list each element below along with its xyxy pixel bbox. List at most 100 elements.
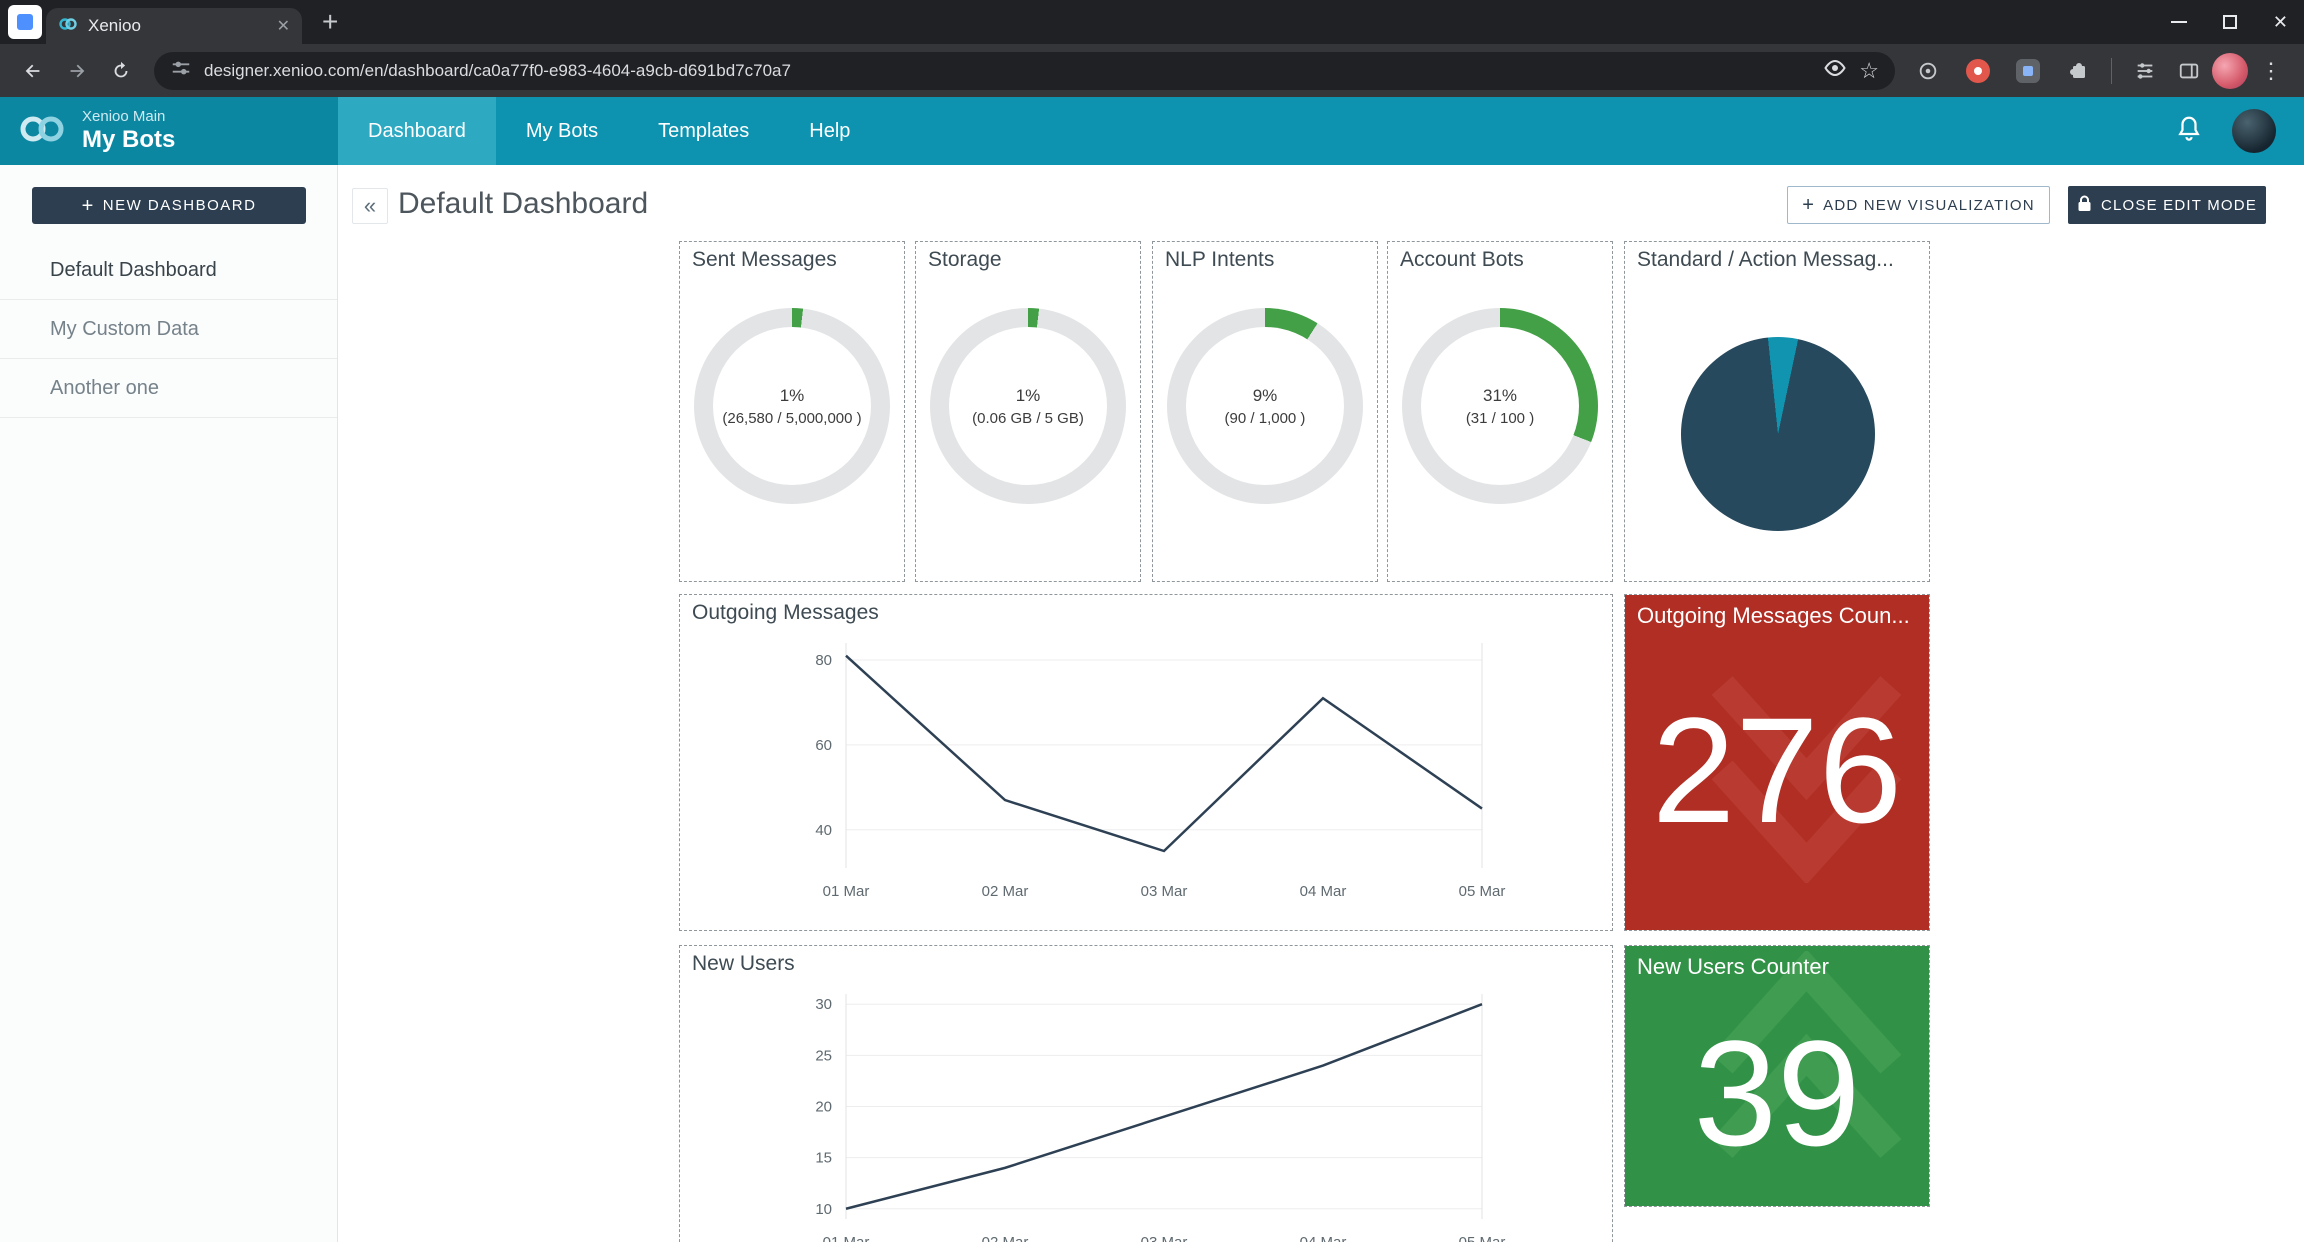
widget-new-users-counter[interactable]: New Users Counter 39 [1624, 945, 1930, 1207]
address-bar[interactable]: designer.xenioo.com/en/dashboard/ca0a77f… [154, 52, 1895, 90]
nlp-intents-donut-chart: 9% (90 / 1,000 ) [1167, 308, 1363, 504]
counter-title: Outgoing Messages Coun... [1625, 595, 1929, 637]
plus-icon: + [1802, 195, 1815, 215]
storage-donut-chart: 1% (0.06 GB / 5 GB) [930, 308, 1126, 504]
donut-detail-label: (31 / 100 ) [1466, 410, 1534, 427]
app-header: Xenioo Main My Bots Dashboard My Bots Te… [0, 97, 2304, 165]
extensions-puzzle-icon[interactable] [2057, 50, 2099, 92]
browser-menu-icon[interactable]: ⋮ [2250, 58, 2292, 84]
new-tab-button[interactable]: + [322, 6, 338, 38]
preview-eye-icon[interactable] [1823, 56, 1847, 85]
widget-storage[interactable]: Storage 1% (0.06 GB / 5 GB) [915, 241, 1141, 582]
widget-outgoing-messages-counter[interactable]: Outgoing Messages Coun... 276 [1624, 594, 1930, 931]
tab-title: Xenioo [88, 16, 267, 36]
brand-account-name: Xenioo Main [82, 108, 175, 125]
site-info-icon[interactable] [170, 57, 192, 84]
nav-item-templates[interactable]: Templates [628, 97, 779, 165]
account-bots-donut-chart: 31% (31 / 100 ) [1402, 308, 1598, 504]
svg-text:02 Mar: 02 Mar [982, 883, 1029, 900]
nav-item-help[interactable]: Help [779, 97, 880, 165]
new-dashboard-button[interactable]: + NEW DASHBOARD [32, 187, 306, 224]
donut-detail-label: (0.06 GB / 5 GB) [972, 410, 1084, 427]
screen-capture-extension-icon[interactable] [2007, 50, 2049, 92]
toolbar-divider [2111, 58, 2112, 84]
window-menu-tile[interactable] [8, 5, 42, 39]
browser-tab-strip: Xenioo ✕ + ✕ [0, 0, 2304, 44]
window-close-icon[interactable]: ✕ [2273, 12, 2288, 33]
app-brand[interactable]: Xenioo Main My Bots [0, 97, 338, 165]
collapse-sidebar-button[interactable]: « [352, 188, 388, 224]
counter-title: New Users Counter [1625, 946, 1929, 988]
widget-title: New Users [692, 952, 795, 976]
widget-title: Outgoing Messages [692, 601, 879, 625]
plus-icon: + [82, 196, 95, 216]
sent-messages-donut-chart: 1% (26,580 / 5,000,000 ) [694, 308, 890, 504]
browser-profile-avatar[interactable] [2212, 53, 2248, 89]
svg-text:10: 10 [815, 1201, 832, 1218]
svg-text:05 Mar: 05 Mar [1459, 883, 1506, 900]
browser-tab[interactable]: Xenioo ✕ [46, 8, 302, 44]
donut-percent-label: 1% [1016, 386, 1041, 406]
widget-title: Sent Messages [692, 248, 837, 272]
svg-text:01 Mar: 01 Mar [823, 883, 870, 900]
app-header-right [2174, 97, 2304, 165]
svg-text:40: 40 [815, 822, 832, 839]
widget-new-users[interactable]: New Users 101520253001 Mar02 Mar03 Mar04… [679, 945, 1613, 1242]
outgoing-messages-line-chart: 40608001 Mar02 Mar03 Mar04 Mar05 Mar [680, 595, 1612, 930]
sidebar-item-another-one[interactable]: Another one [0, 359, 337, 418]
site-favicon [58, 14, 78, 39]
reload-icon[interactable] [100, 50, 142, 92]
tune-icon[interactable] [2124, 50, 2166, 92]
close-edit-mode-button[interactable]: CLOSE EDIT MODE [2068, 186, 2266, 224]
extensions-cluster [1907, 50, 2099, 92]
brand-title: My Bots [82, 126, 175, 154]
adblock-extension-icon[interactable] [1957, 50, 1999, 92]
widget-sent-messages[interactable]: Sent Messages 1% (26,580 / 5,000,000 ) [679, 241, 905, 582]
svg-text:60: 60 [815, 737, 832, 754]
browser-window: Xenioo ✕ + ✕ designer.xenioo.com/en/dash… [0, 0, 2304, 1242]
cast-extension-icon[interactable] [1907, 50, 1949, 92]
user-avatar[interactable] [2232, 109, 2276, 153]
svg-text:20: 20 [815, 1099, 832, 1116]
widget-title: Standard / Action Messag... [1637, 248, 1894, 272]
donut-percent-label: 9% [1253, 386, 1278, 406]
dashboard-list: Default Dashboard My Custom Data Another… [0, 241, 337, 418]
side-panel-icon[interactable] [2168, 50, 2210, 92]
notifications-bell-icon[interactable] [2174, 114, 2204, 149]
nav-item-dashboard[interactable]: Dashboard [338, 97, 496, 165]
svg-text:04 Mar: 04 Mar [1300, 1234, 1347, 1242]
maximize-icon[interactable] [2223, 15, 2237, 29]
widget-outgoing-messages[interactable]: Outgoing Messages 40608001 Mar02 Mar03 M… [679, 594, 1613, 931]
xenioo-logo-icon [18, 112, 68, 151]
donut-percent-label: 1% [780, 386, 805, 406]
donut-percent-label: 31% [1483, 386, 1517, 406]
svg-text:03 Mar: 03 Mar [1141, 883, 1188, 900]
widget-title: NLP Intents [1165, 248, 1274, 272]
widget-nlp-intents[interactable]: NLP Intents 9% (90 / 1,000 ) [1152, 241, 1378, 582]
nav-item-my-bots[interactable]: My Bots [496, 97, 628, 165]
messages-pie-chart [1681, 337, 1875, 531]
donut-detail-label: (90 / 1,000 ) [1225, 410, 1306, 427]
bookmark-star-icon[interactable]: ☆ [1859, 58, 1879, 84]
svg-text:01 Mar: 01 Mar [823, 1234, 870, 1242]
forward-icon[interactable] [56, 50, 98, 92]
donut-detail-label: (26,580 / 5,000,000 ) [722, 410, 861, 427]
window-controls: ✕ [2171, 0, 2288, 44]
minimize-icon[interactable] [2171, 21, 2187, 23]
url-text: designer.xenioo.com/en/dashboard/ca0a77f… [204, 61, 1811, 81]
window-menu-icon [17, 14, 33, 30]
svg-text:03 Mar: 03 Mar [1141, 1234, 1188, 1242]
widget-title: Account Bots [1400, 248, 1524, 272]
widget-standard-action-messages[interactable]: Standard / Action Messag... [1624, 241, 1930, 582]
widget-account-bots[interactable]: Account Bots 31% (31 / 100 ) [1387, 241, 1613, 582]
svg-text:05 Mar: 05 Mar [1459, 1234, 1506, 1242]
sidebar-item-default-dashboard[interactable]: Default Dashboard [0, 241, 337, 300]
sidebar-item-my-custom-data[interactable]: My Custom Data [0, 300, 337, 359]
dashboard-sidebar: + NEW DASHBOARD Default Dashboard My Cus… [0, 165, 338, 1242]
tab-close-icon[interactable]: ✕ [277, 16, 290, 36]
dashboard-main: « Default Dashboard + ADD NEW VISUALIZAT… [338, 165, 2304, 1242]
svg-text:25: 25 [815, 1047, 832, 1064]
add-visualization-button[interactable]: + ADD NEW VISUALIZATION [1787, 186, 2050, 224]
back-icon[interactable] [12, 50, 54, 92]
svg-text:02 Mar: 02 Mar [982, 1234, 1029, 1242]
